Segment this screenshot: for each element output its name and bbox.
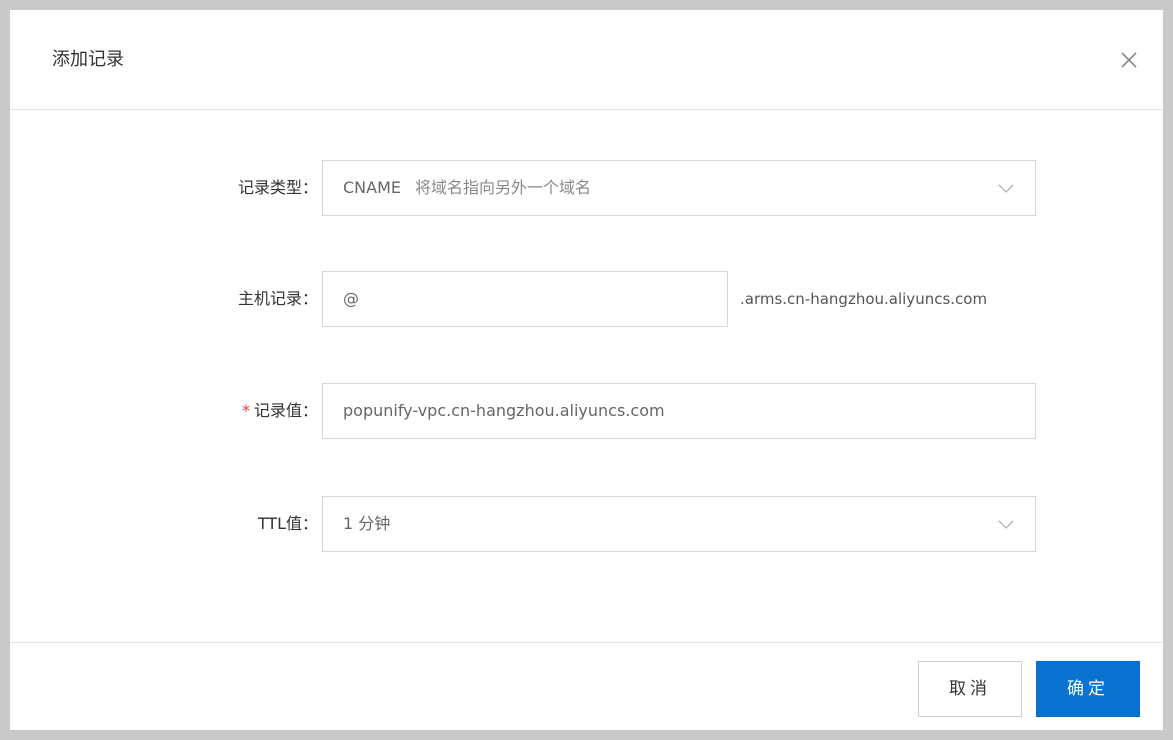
record-type-value-wrapper: CNAME 将域名指向另外一个域名	[343, 161, 591, 215]
close-icon[interactable]	[1117, 48, 1141, 72]
confirm-button[interactable]: 确定	[1036, 661, 1140, 717]
add-record-dialog: 添加记录 记录类型： CNAME 将域名指向另外一个域名 主机记录： @ .ar…	[10, 10, 1163, 730]
record-value-label-wrapper: * 记录值：	[242, 383, 318, 439]
ttl-row: TTL值： 1 分钟	[10, 496, 1163, 552]
ttl-label: TTL值：	[257, 514, 318, 533]
record-type-select[interactable]: CNAME 将域名指向另外一个域名	[322, 160, 1036, 216]
record-type-label: 记录类型：	[237, 178, 318, 197]
chevron-down-icon	[998, 184, 1014, 193]
chevron-down-icon	[998, 520, 1014, 529]
cancel-button[interactable]: 取消	[918, 661, 1022, 717]
host-record-suffix: .arms.cn-hangzhou.aliyuncs.com	[740, 290, 988, 308]
ttl-value: 1 分钟	[343, 514, 391, 533]
host-record-input[interactable]: @	[322, 271, 728, 327]
record-type-value: CNAME	[343, 178, 401, 197]
dialog-body: 记录类型： CNAME 将域名指向另外一个域名 主机记录： @ .arms.cn-…	[10, 110, 1163, 642]
record-value-input[interactable]: popunify-vpc.cn-hangzhou.aliyuncs.com	[322, 383, 1036, 439]
record-type-description: 将域名指向另外一个域名	[415, 178, 592, 197]
ttl-select[interactable]: 1 分钟	[322, 496, 1036, 552]
record-value-text: popunify-vpc.cn-hangzhou.aliyuncs.com	[343, 401, 665, 420]
host-record-row: 主机记录： @ .arms.cn-hangzhou.aliyuncs.com	[10, 271, 1163, 327]
dialog-footer: 取消 确定	[10, 642, 1163, 730]
dialog-title: 添加记录	[52, 49, 124, 70]
host-record-label: 主机记录：	[237, 289, 318, 308]
dialog-header: 添加记录	[10, 10, 1163, 110]
record-type-row: 记录类型： CNAME 将域名指向另外一个域名	[10, 160, 1163, 216]
required-mark: *	[241, 401, 250, 420]
host-record-value: @	[343, 289, 359, 308]
record-value-label: 记录值：	[253, 401, 318, 420]
record-value-row: * 记录值： popunify-vpc.cn-hangzhou.aliyuncs.…	[10, 383, 1163, 439]
